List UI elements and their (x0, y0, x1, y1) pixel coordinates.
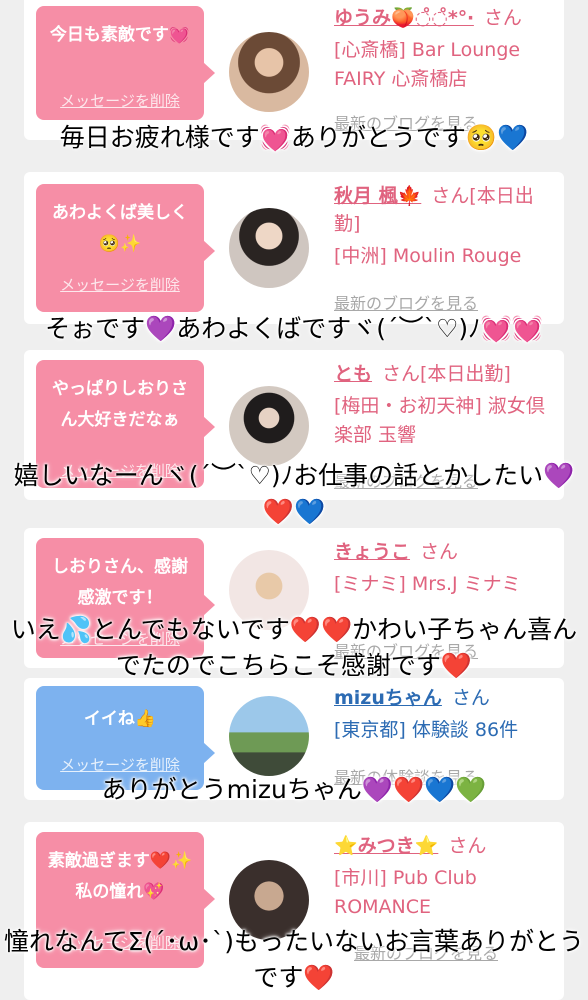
delete-message-link[interactable]: メッセージを削除 (36, 90, 204, 111)
message-card: 今日も素敵です💓 メッセージを削除 ゆうみ🍑◌̊◌̊*°‧ さん [心斎橋] Ba… (24, 0, 564, 140)
honorific: さん[本日出勤] (382, 363, 511, 385)
caption-text: 憧れなんてΣ(´･ω･`)もったいないお言葉ありがとうです❤️ (4, 927, 584, 992)
message-text: 素敵過ぎます❤️✨私の憧れ💖 (47, 851, 193, 902)
shop-name: [ミナミ] Mrs.J ミナミ (334, 573, 521, 595)
user-name-link[interactable]: とも (334, 363, 372, 385)
user-name-link[interactable]: ゆうみ🍑◌̊◌̊*°‧ (334, 7, 474, 29)
message-text: あわよくば美しく🥺✨ (52, 203, 188, 254)
honorific: さん (420, 541, 459, 563)
user-info: きょうこ さん [ミナミ] Mrs.J ミナミ (334, 538, 554, 599)
avatar[interactable] (229, 208, 309, 288)
message-text: イイね👍 (83, 709, 157, 729)
shop-name: [心斎橋] Bar Lounge FAIRY 心斎橋店 (334, 39, 521, 90)
avatar[interactable] (229, 32, 309, 112)
shop-name: [中洲] Moulin Rouge (334, 245, 522, 267)
user-info: mizuちゃん さん [東京都] 体験談 86件 (334, 684, 554, 745)
honorific: さん (451, 687, 490, 709)
message-text: しおりさん、感謝感激です！ (52, 557, 188, 608)
caption-text: ありがとうmizuちゃん💜❤️💙💚 (101, 775, 487, 804)
shop-name: [市川] Pub Club ROMANCE (334, 867, 477, 918)
delete-message-link[interactable]: メッセージを削除 (36, 274, 204, 295)
message-bubble: 今日も素敵です💓 メッセージを削除 (36, 6, 215, 120)
shop-name: [梅田・お初天神] 淑女倶楽部 玉響 (334, 395, 545, 446)
caption-text: いえ💦とんでもないです❤️❤️かわい子ちゃん喜んでたのでこちらこそ感謝です❤️ (10, 615, 578, 680)
avatar[interactable] (229, 696, 309, 776)
user-name-link[interactable]: mizuちゃん (334, 687, 442, 709)
caption-text: 毎日お疲れ様です💓ありがとうです🥺💙 (59, 123, 529, 152)
user-info: ゆうみ🍑◌̊◌̊*°‧ さん [心斎橋] Bar Lounge FAIRY 心斎橋… (334, 4, 554, 94)
honorific: さん (483, 7, 522, 29)
user-name-link[interactable]: ⭐️みつき⭐️ (334, 835, 438, 857)
experience-count: [東京都] 体験談 86件 (334, 719, 519, 741)
user-info: 秋月 楓🍁 さん[本日出勤] [中洲] Moulin Rouge (334, 182, 554, 271)
user-info: とも さん[本日出勤] [梅田・お初天神] 淑女倶楽部 玉響 (334, 360, 554, 450)
caption-text: そぉです💜あわよくばですヾ(´︶`♡)ﾉ💓💓 (45, 314, 543, 343)
user-name-link[interactable]: きょうこ (334, 541, 410, 563)
caption-text: 嬉しいなーんヾ(´︶`♡)ﾉお仕事の話とかしたい💜❤️💙 (13, 461, 575, 526)
user-name-link[interactable]: 秋月 楓🍁 (334, 185, 421, 207)
user-info: ⭐️みつき⭐️ さん [市川] Pub Club ROMANCE (334, 832, 554, 922)
message-text: やっぱりしおりさん大好きだなぁ (52, 379, 188, 430)
message-card: あわよくば美しく🥺✨ メッセージを削除 秋月 楓🍁 さん[本日出勤] [中洲] M… (24, 172, 564, 324)
honorific: さん (448, 835, 487, 857)
message-text: 今日も素敵です💓 (49, 25, 191, 45)
message-bubble: あわよくば美しく🥺✨ メッセージを削除 (36, 184, 215, 312)
avatar[interactable] (229, 386, 309, 466)
